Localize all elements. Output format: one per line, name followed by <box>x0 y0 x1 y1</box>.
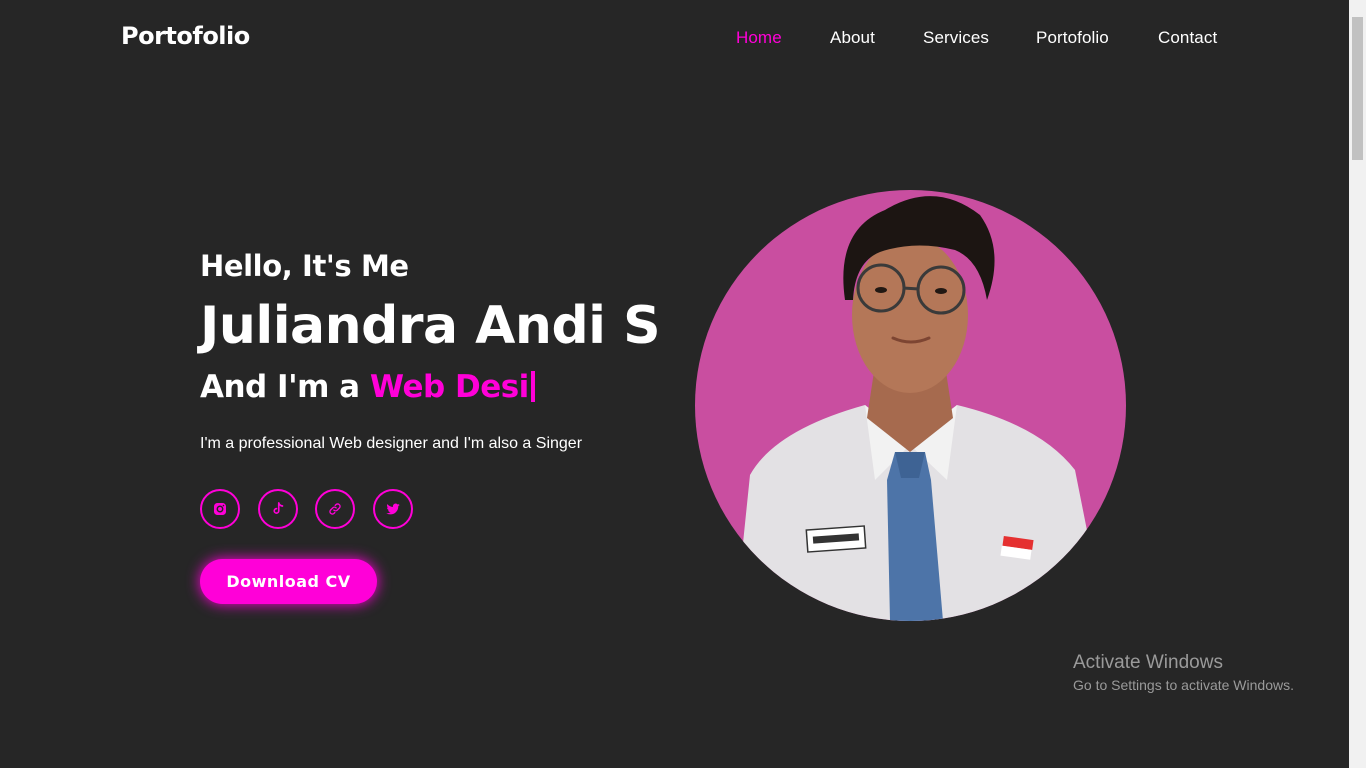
nav-portofolio[interactable]: Portofolio <box>1036 28 1109 48</box>
instagram-icon <box>214 503 226 515</box>
twitter-icon <box>386 503 400 515</box>
link-icon <box>329 503 341 515</box>
hero-role: And I'm a Web Desi <box>200 369 535 405</box>
profile-photo <box>695 190 1126 621</box>
twitter-link[interactable] <box>373 489 413 529</box>
website-link[interactable] <box>315 489 355 529</box>
role-prefix: And I'm a <box>200 369 370 405</box>
site-logo[interactable]: Portofolio <box>121 22 250 50</box>
typing-caret <box>530 371 535 402</box>
nav-about[interactable]: About <box>830 28 875 48</box>
page-scrollbar[interactable] <box>1349 0 1366 768</box>
nav-services[interactable]: Services <box>923 28 989 48</box>
watermark-subtitle: Go to Settings to activate Windows. <box>1073 677 1294 693</box>
windows-activation-watermark: Activate Windows Go to Settings to activ… <box>1073 652 1294 693</box>
download-cv-button[interactable]: Download CV <box>200 559 377 604</box>
nav-home[interactable]: Home <box>736 28 782 48</box>
hero-description: I'm a professional Web designer and I'm … <box>200 435 583 452</box>
instagram-link[interactable] <box>200 489 240 529</box>
hero-greeting: Hello, It's Me <box>200 249 409 283</box>
tiktok-link[interactable] <box>258 489 298 529</box>
tiktok-icon <box>273 502 284 514</box>
watermark-title: Activate Windows <box>1073 652 1223 673</box>
site-header: Portofolio Home About Services Portofoli… <box>0 0 1349 78</box>
hero-name: Juliandra Andi S <box>200 296 661 356</box>
nav-contact[interactable]: Contact <box>1158 28 1217 48</box>
scrollbar-thumb[interactable] <box>1352 17 1363 160</box>
role-typed-text: Web Desi <box>369 369 529 405</box>
